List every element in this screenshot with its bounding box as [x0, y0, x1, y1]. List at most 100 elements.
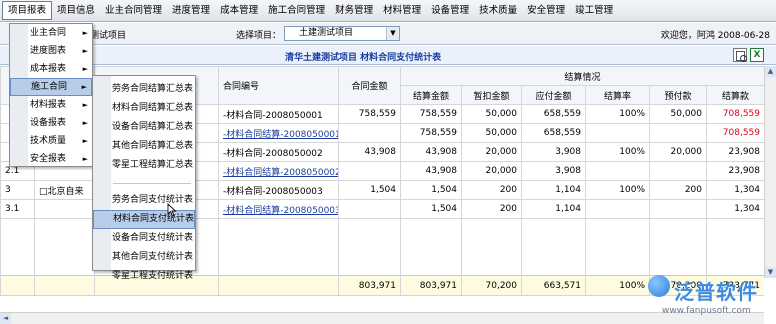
- prepay-cell: [649, 199, 707, 219]
- dropdown-item[interactable]: 技术质量 ►: [10, 132, 92, 150]
- report-title: 清华土建测试项目 材料合同支付统计表: [285, 53, 442, 63]
- rate-cell: [585, 123, 650, 143]
- row-name-cell: □北京自来: [34, 180, 95, 200]
- submenu-arrow-icon: ►: [82, 137, 88, 145]
- top-menu-item[interactable]: 技术质量: [474, 1, 522, 21]
- report-dropdown-menu: 业主合同 ► 进度图表 ► 成本报表 ► 施工合同 ► 材料报表 ► 设备报表 ► 技术质量 ► 安全报表 ►: [9, 23, 93, 167]
- deduct-cell: 50,000: [461, 123, 522, 143]
- dropdown-item[interactable]: 成本报表 ►: [10, 60, 92, 78]
- rate-cell: [585, 161, 650, 181]
- payable-cell: 3,908: [521, 161, 586, 181]
- submenu-item[interactable]: 其他合同结算汇总表: [93, 137, 195, 156]
- dropdown-item-label: 技术质量: [30, 136, 67, 146]
- rate-cell: 100%: [585, 142, 650, 162]
- submenu-item[interactable]: 设备合同结算汇总表: [93, 118, 195, 137]
- submenu-item[interactable]: 劳务合同结算汇总表: [93, 80, 195, 99]
- rate-cell: 100%: [585, 104, 650, 124]
- dropdown-item-label: 进度图表: [30, 46, 67, 56]
- submenu-item[interactable]: 零星工程结算汇总表: [93, 156, 195, 175]
- scroll-left-icon[interactable]: ◄: [0, 313, 11, 324]
- payable-cell: 658,559: [521, 123, 586, 143]
- amount-cell: [338, 161, 401, 181]
- print-preview-icon[interactable]: [733, 48, 747, 62]
- dropdown-item[interactable]: 施工合同 ►: [10, 78, 92, 96]
- mouse-cursor-icon: [167, 203, 177, 217]
- submenu-item[interactable]: 材料合同支付统计表: [93, 210, 195, 229]
- welcome-text: 欢迎您，阿鸿 2008-06-28: [660, 31, 770, 41]
- top-menu-item[interactable]: 设备管理: [426, 1, 474, 21]
- top-menu-item[interactable]: 成本管理: [215, 1, 263, 21]
- top-menu-item[interactable]: 安全管理: [522, 1, 570, 21]
- contract-no-cell[interactable]: -材料合同结算-2008050002: [218, 161, 339, 181]
- submenu-item[interactable]: 其他合同支付统计表: [93, 248, 195, 267]
- submenu-arrow-icon: ►: [82, 155, 88, 163]
- rate-cell: [585, 199, 650, 219]
- dropdown-item[interactable]: 安全报表 ►: [10, 150, 92, 168]
- col-header-settle-payment: 结算款: [705, 85, 764, 105]
- contract-no-cell[interactable]: -材料合同结算-2008050003: [218, 199, 339, 219]
- rate-cell: 100%: [585, 180, 650, 200]
- contract-no-cell: -材料合同-2008050003: [218, 180, 339, 200]
- col-header-payable: 应付金额: [521, 85, 586, 105]
- settle-cell: 1,504: [400, 199, 462, 219]
- dropdown-item-label: 安全报表: [30, 154, 67, 164]
- vertical-scrollbar[interactable]: ▲ ▼: [764, 66, 776, 278]
- amount-cell: [338, 199, 401, 219]
- contract-no-cell: -材料合同-2008050002: [218, 142, 339, 162]
- total-rate-cell: 100%: [585, 275, 650, 296]
- submenu-arrow-icon: ►: [82, 47, 88, 55]
- submenu-item[interactable]: 零星工程支付统计表: [93, 267, 195, 286]
- col-header-contract-amount: 合同金额: [338, 66, 401, 105]
- company-logo: 泛普软件 www.fanpusoft.com: [648, 275, 770, 319]
- col-header-deduct: 暂扣金额: [461, 85, 522, 105]
- submenu-item[interactable]: 设备合同支付统计表: [93, 229, 195, 248]
- payment-cell: 708,559: [705, 123, 764, 143]
- top-menu-item[interactable]: 进度管理: [167, 1, 215, 21]
- top-menu-item[interactable]: 业主合同管理: [100, 1, 167, 21]
- top-menu-item[interactable]: 财务管理: [330, 1, 378, 21]
- project-select-label: 选择项目：: [236, 31, 282, 41]
- dropdown-item-label: 设备报表: [30, 118, 67, 128]
- project-select-value: 土建测试项目: [299, 28, 354, 38]
- dropdown-item-label: 业主合同: [30, 28, 67, 38]
- col-header-settle-amount: 结算金额: [400, 85, 462, 105]
- prepay-cell: 50,000: [649, 104, 707, 124]
- prepay-cell: [649, 161, 707, 181]
- dropdown-item-label: 材料报表: [30, 100, 67, 110]
- dropdown-item[interactable]: 材料报表 ►: [10, 96, 92, 114]
- chevron-down-icon[interactable]: ▼: [386, 27, 399, 40]
- amount-cell: 43,908: [338, 142, 401, 162]
- deduct-cell: 200: [461, 199, 522, 219]
- submenu-item[interactable]: 材料合同结算汇总表: [93, 99, 195, 118]
- top-menu-item[interactable]: 项目报表: [2, 1, 53, 20]
- submenu-arrow-icon: ►: [82, 119, 88, 127]
- amount-cell: 1,504: [338, 180, 401, 200]
- project-select[interactable]: 土建测试项目 ▼: [284, 26, 400, 41]
- total-deduct-cell: 70,200: [461, 275, 522, 296]
- deduct-cell: 20,000: [461, 142, 522, 162]
- dropdown-item[interactable]: 业主合同 ►: [10, 24, 92, 42]
- top-menu-item[interactable]: 项目信息: [52, 1, 100, 21]
- payable-cell: 1,104: [521, 180, 586, 200]
- dropdown-item[interactable]: 进度图表 ►: [10, 42, 92, 60]
- top-menu-item[interactable]: 材料管理: [378, 1, 426, 21]
- settle-cell: 43,908: [400, 142, 462, 162]
- submenu-item[interactable]: 劳务合同支付统计表: [93, 191, 195, 210]
- total-settle-cell: 803,971: [400, 275, 462, 296]
- settle-cell: 758,559: [400, 123, 462, 143]
- payable-cell: 658,559: [521, 104, 586, 124]
- prepay-cell: 200: [649, 180, 707, 200]
- prepay-cell: 20,000: [649, 142, 707, 162]
- top-menu-bar: 项目报表 项目信息 业主合同管理 进度管理 成本管理 施工合同管理 财务管理 材料管理 设备管理…: [0, 0, 776, 22]
- expand-toggle-icon[interactable]: □: [39, 187, 48, 197]
- logo-emblem-icon: [648, 275, 670, 297]
- contract-no-cell[interactable]: -材料合同结算-2008050001: [218, 123, 339, 143]
- top-menu-item[interactable]: 施工合同管理: [263, 1, 330, 21]
- payable-cell: 1,104: [521, 199, 586, 219]
- scroll-up-icon[interactable]: ▲: [765, 66, 776, 77]
- excel-export-icon[interactable]: X: [750, 48, 764, 62]
- col-group-settlement: 结算情况: [399, 66, 764, 86]
- payment-cell: 23,908: [705, 161, 764, 181]
- dropdown-item[interactable]: 设备报表 ►: [10, 114, 92, 132]
- top-menu-item[interactable]: 竣工管理: [570, 1, 618, 21]
